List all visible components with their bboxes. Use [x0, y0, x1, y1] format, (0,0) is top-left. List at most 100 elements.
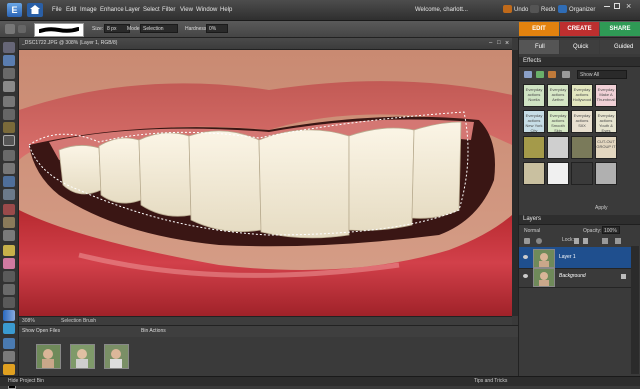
menu-edit[interactable]: Edit [66, 7, 76, 13]
close-icon[interactable]: × [626, 1, 631, 11]
effect-tile[interactable]: Everyday actions Noelia [523, 84, 545, 107]
paint-bucket-icon[interactable] [3, 297, 15, 308]
effect-tile[interactable] [523, 136, 545, 159]
blend-mode-select[interactable]: Normal [524, 228, 540, 234]
shape-tool-icon[interactable] [3, 323, 15, 334]
gradient-tool-icon[interactable] [3, 310, 15, 321]
photo-effects-icon[interactable] [548, 71, 556, 78]
effect-tile[interactable] [571, 162, 593, 185]
eyedropper-tool-icon[interactable] [3, 81, 15, 92]
effect-tile[interactable] [571, 136, 593, 159]
lock-all-icon[interactable] [583, 238, 588, 244]
crop-tool-icon[interactable] [3, 163, 15, 174]
mode-select[interactable]: Selection [140, 24, 178, 33]
menu-filter[interactable]: Filter [162, 7, 175, 13]
selection-brush-icon[interactable] [3, 135, 15, 146]
tab-create[interactable]: CREATE [560, 22, 599, 36]
effect-tile[interactable]: Everyday actions Smooth Skin [547, 110, 569, 133]
effects-panel-header[interactable]: Effects [519, 57, 640, 67]
bin-actions-menu[interactable]: Bin Actions [141, 326, 166, 337]
sponge-tool-icon[interactable] [3, 351, 15, 362]
menu-enhance[interactable]: Enhance [100, 7, 124, 13]
menu-layer[interactable]: Layer [125, 7, 140, 13]
effect-tile[interactable]: CUT-OUT GROUP IT [595, 136, 617, 159]
selection-brush-tool-icon[interactable] [5, 24, 15, 34]
link-layers-icon[interactable] [602, 238, 608, 244]
all-effects-icon[interactable] [562, 71, 570, 78]
bin-thumbnail[interactable] [36, 344, 61, 369]
effect-tile[interactable] [547, 136, 569, 159]
color-replace-icon[interactable] [3, 364, 15, 375]
layers-scrollbar[interactable] [631, 246, 639, 374]
effect-tile[interactable]: Everyday actions Youth & Eyes [595, 110, 617, 133]
show-open-files-select[interactable]: Show Open Files [22, 328, 60, 334]
effect-tile[interactable]: Everyday actions New York City [523, 110, 545, 133]
tab-guided[interactable]: Guided [600, 40, 640, 54]
image-canvas[interactable] [19, 50, 512, 316]
zoom-tool-icon[interactable] [3, 55, 15, 66]
brush-preset-picker[interactable] [34, 23, 84, 37]
menu-image[interactable]: Image [80, 7, 97, 13]
smart-brush-icon[interactable] [3, 284, 15, 295]
tab-full[interactable]: Full [519, 40, 559, 54]
healing-brush-icon[interactable] [3, 217, 15, 228]
red-eye-tool-icon[interactable] [3, 204, 15, 215]
menu-help[interactable]: Help [220, 7, 232, 13]
menu-select[interactable]: Select [143, 7, 160, 13]
layer-row-background[interactable]: Background [519, 266, 631, 288]
straighten-tool-icon[interactable] [3, 189, 15, 200]
magic-wand-tool-icon[interactable] [3, 122, 15, 133]
blur-tool-icon[interactable] [3, 338, 15, 349]
minimize-icon[interactable] [604, 6, 610, 7]
effect-tile[interactable] [595, 162, 617, 185]
tab-quick[interactable]: Quick [560, 40, 599, 54]
opacity-field[interactable]: 100% [602, 226, 620, 234]
doc-close-icon[interactable]: × [505, 38, 509, 49]
apply-effect-button[interactable]: Apply [595, 204, 625, 213]
type-tool-icon[interactable] [3, 150, 15, 161]
lasso-tool-icon[interactable] [3, 109, 15, 120]
filters-icon[interactable] [524, 71, 532, 78]
home-icon[interactable] [27, 3, 43, 17]
layers-panel-header[interactable]: Layers [519, 215, 640, 225]
pencil-tool-icon[interactable] [3, 245, 15, 256]
brush-tool-icon[interactable] [3, 271, 15, 282]
menu-view[interactable]: View [180, 7, 193, 13]
add-selection-icon[interactable] [18, 25, 26, 33]
document-titlebar: _DSC1722.JPG @ 308% (Layer 1, RGB/8) – □… [19, 38, 512, 50]
doc-maximize-icon[interactable]: □ [497, 38, 501, 49]
adjustment-layer-icon[interactable] [536, 238, 542, 244]
hardness-field[interactable]: 0% [206, 24, 228, 33]
visibility-eye-icon[interactable] [523, 255, 528, 259]
tab-share[interactable]: SHARE [600, 22, 640, 36]
clone-stamp-icon[interactable] [3, 230, 15, 241]
new-layer-icon[interactable] [524, 238, 530, 244]
cookie-cutter-icon[interactable] [3, 176, 15, 187]
undo-button[interactable]: Undo [503, 5, 528, 16]
effect-tile[interactable]: Everyday actions SIIX [571, 110, 593, 133]
tab-edit[interactable]: EDIT [519, 22, 559, 36]
effect-tile[interactable] [547, 162, 569, 185]
delete-layer-icon[interactable] [615, 238, 621, 244]
redo-button[interactable]: Redo [530, 5, 555, 16]
hide-project-bin-button[interactable]: Hide Project Bin [8, 378, 44, 384]
bin-thumbnail[interactable] [70, 344, 95, 369]
menu-window[interactable]: Window [196, 7, 217, 13]
effect-tile[interactable] [523, 162, 545, 185]
effect-tile[interactable]: Everyday actions Aether [547, 84, 569, 107]
effect-tile[interactable]: Everyday actions Hollywood [571, 84, 593, 107]
marquee-tool-icon[interactable] [3, 96, 15, 107]
bin-thumbnail[interactable] [104, 344, 129, 369]
doc-minimize-icon[interactable]: – [489, 38, 492, 49]
hand-tool-icon[interactable] [3, 68, 15, 79]
menu-file[interactable]: File [52, 7, 62, 13]
move-tool-icon[interactable] [3, 42, 15, 53]
eraser-tool-icon[interactable] [3, 258, 15, 269]
lock-transparent-icon[interactable] [574, 238, 579, 244]
maximize-icon[interactable] [614, 3, 620, 9]
layer-styles-icon[interactable] [536, 71, 544, 78]
organizer-button[interactable]: Organizer [558, 5, 595, 16]
effects-filter-select[interactable]: Show All [577, 70, 627, 79]
visibility-eye-icon[interactable] [523, 274, 528, 278]
effect-tile[interactable]: Everyday Make A Thumbnail [595, 84, 617, 107]
